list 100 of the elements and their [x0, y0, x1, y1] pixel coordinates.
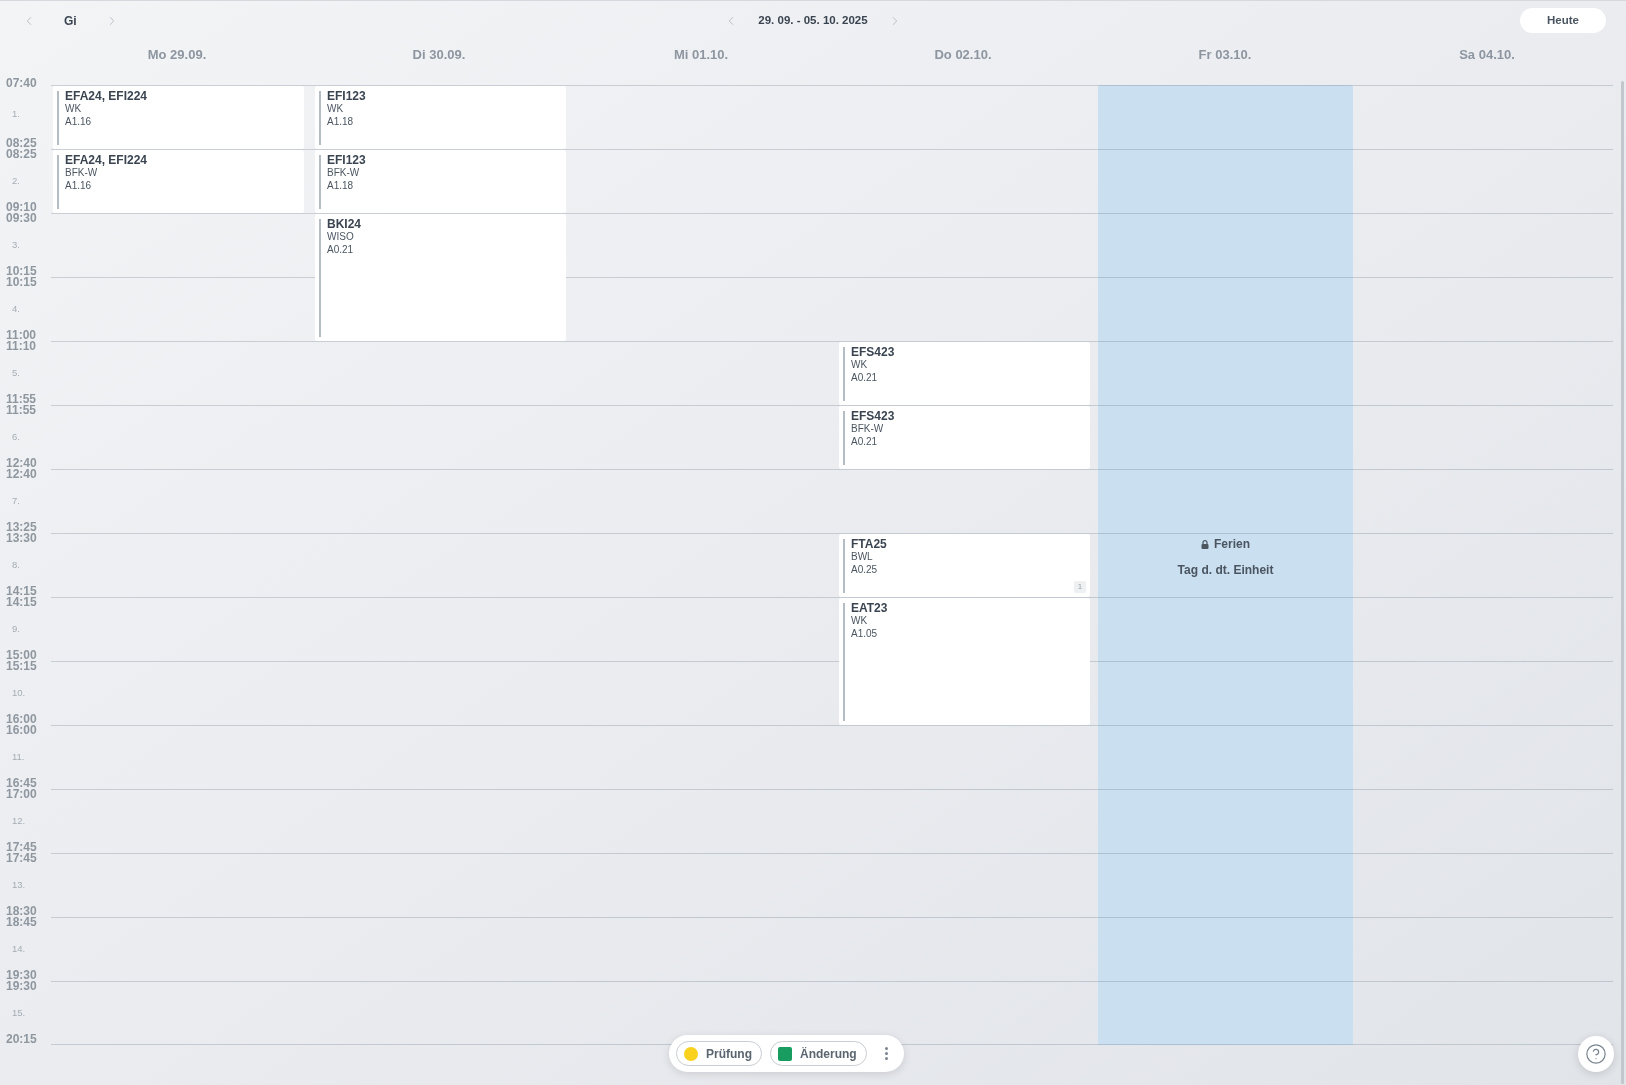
lesson-subject: WK	[851, 615, 869, 627]
accent-bar	[57, 155, 59, 209]
period-end-time: 10:15	[5, 266, 38, 277]
lesson-room: A0.21	[327, 243, 355, 256]
period-end-time: 11:55	[5, 394, 38, 405]
lesson-room: A0.21	[851, 435, 879, 448]
lesson-room: A1.16	[65, 115, 93, 128]
lesson-subject: WK	[327, 103, 345, 115]
period-number: 4.	[11, 303, 21, 315]
period-start-time: 18:45	[5, 917, 38, 928]
period-end-time: 17:45	[5, 842, 38, 853]
day-header: Sa 04.10.	[1459, 47, 1515, 64]
lesson-classes: EFI123	[327, 153, 366, 167]
lesson-card[interactable]: EFI123 BFK-W A1.18	[315, 150, 566, 213]
period-start-time: 09:30	[5, 213, 38, 224]
period-end-time: 11:00	[5, 330, 38, 341]
lesson-card[interactable]: EFI123 WK A1.18	[315, 86, 566, 149]
day-header: Di 30.09.	[412, 47, 466, 64]
lesson-room: A1.16	[65, 179, 93, 192]
period-number: 12.	[11, 815, 27, 827]
lesson-subject: BFK-W	[65, 167, 99, 179]
scrollbar[interactable]	[1621, 81, 1624, 1084]
lesson-classes: BKI24	[327, 217, 361, 231]
period-end-time: 15:00	[5, 650, 38, 661]
period-number: 14.	[11, 943, 27, 955]
lesson-classes: EAT23	[851, 601, 888, 615]
accent-bar	[319, 155, 321, 209]
lesson-classes: EFS423	[851, 345, 895, 359]
period-start-time: 14:15	[5, 597, 38, 608]
period-end-time: 13:25	[5, 522, 38, 533]
accent-bar	[319, 91, 321, 145]
period-start-time: 11:10	[5, 341, 38, 352]
holiday-name: Tag d. dt. Einheit	[1177, 563, 1274, 577]
lesson-room: A0.21	[851, 371, 879, 384]
period-number: 10.	[11, 687, 27, 699]
lesson-card[interactable]: EFA24, EFI224 BFK-W A1.16	[53, 150, 304, 213]
lesson-subject: BFK-W	[327, 167, 361, 179]
lesson-subject: BFK-W	[851, 423, 885, 435]
period-start-time: 17:45	[5, 853, 38, 864]
lesson-subject: BWL	[851, 551, 874, 563]
period-end-time: 19:30	[5, 970, 38, 981]
period-end-time: 16:00	[5, 714, 38, 725]
period-number: 2.	[11, 175, 21, 187]
lesson-subject: WK	[65, 103, 83, 115]
period-start-time: 11:55	[5, 405, 38, 416]
period-number: 6.	[11, 431, 21, 443]
lesson-classes: FTA25	[851, 537, 887, 551]
lesson-card[interactable]: EFA24, EFI224 WK A1.16	[53, 86, 304, 149]
period-end-time: 14:15	[5, 586, 38, 597]
holiday-title: Ferien	[1214, 537, 1250, 551]
lesson-card[interactable]: BKI24 WISO A0.21	[315, 214, 566, 341]
period-end-time: 08:25	[5, 138, 38, 149]
period-number: 9.	[11, 623, 21, 635]
lesson-room: A1.18	[327, 179, 355, 192]
lesson-classes: EFI123	[327, 89, 366, 103]
lesson-subject: WISO	[327, 231, 355, 243]
period-start-time: 16:00	[5, 725, 38, 736]
period-start-time: 10:15	[5, 277, 38, 288]
day-header: Fr 03.10.	[1198, 47, 1252, 64]
lesson-card[interactable]: FTA25 BWL A0.25 1	[839, 534, 1090, 597]
period-end-time: 16:45	[5, 778, 38, 789]
period-number: 15.	[11, 1007, 27, 1019]
accent-bar	[843, 539, 845, 593]
today-button[interactable]: Heute	[1520, 8, 1606, 33]
period-end-time: 18:30	[5, 906, 38, 917]
lesson-room: A0.25	[851, 563, 879, 576]
period-start-time: 12:40	[5, 469, 38, 480]
period-number: 13.	[11, 879, 27, 891]
day-header: Mi 01.10.	[673, 47, 729, 64]
period-start-time: 17:00	[5, 789, 38, 800]
lesson-card[interactable]: EAT23 WK A1.05	[839, 598, 1090, 725]
lesson-room: A1.18	[327, 115, 355, 128]
period-number: 1.	[11, 107, 21, 120]
period-start-time: 15:15	[5, 661, 38, 672]
day-header: Do 02.10.	[934, 47, 992, 64]
period-number: 3.	[11, 239, 21, 251]
lesson-card[interactable]: EFS423 BFK-W A0.21	[839, 406, 1090, 469]
period-number: 8.	[11, 559, 21, 571]
period-number: 11.	[11, 751, 26, 763]
lesson-subject: WK	[851, 359, 869, 371]
teacher-code[interactable]: Gi	[64, 11, 77, 30]
period-start-time: 13:30	[5, 533, 38, 544]
period-end-time: 20:15	[5, 1034, 38, 1045]
accent-bar	[57, 91, 59, 145]
count-badge: 1	[1074, 581, 1086, 593]
more-button[interactable]	[884, 1047, 888, 1060]
day-header: Mo 29.09.	[147, 47, 207, 64]
more-vertical-icon	[884, 1047, 888, 1060]
accent-bar	[843, 347, 845, 401]
help-button[interactable]	[1578, 1036, 1614, 1072]
lesson-room: A1.05	[851, 627, 879, 640]
period-start-time: 07:40	[5, 78, 38, 89]
accent-bar	[843, 411, 845, 465]
period-number: 5.	[11, 367, 21, 379]
period-start-time: 08:25	[5, 149, 38, 160]
period-end-time: 12:40	[5, 458, 38, 469]
period-number: 7.	[11, 495, 21, 507]
lesson-classes: EFA24, EFI224	[65, 153, 148, 167]
lesson-card[interactable]: EFS423 WK A0.21	[839, 342, 1090, 405]
lesson-classes: EFS423	[851, 409, 895, 423]
